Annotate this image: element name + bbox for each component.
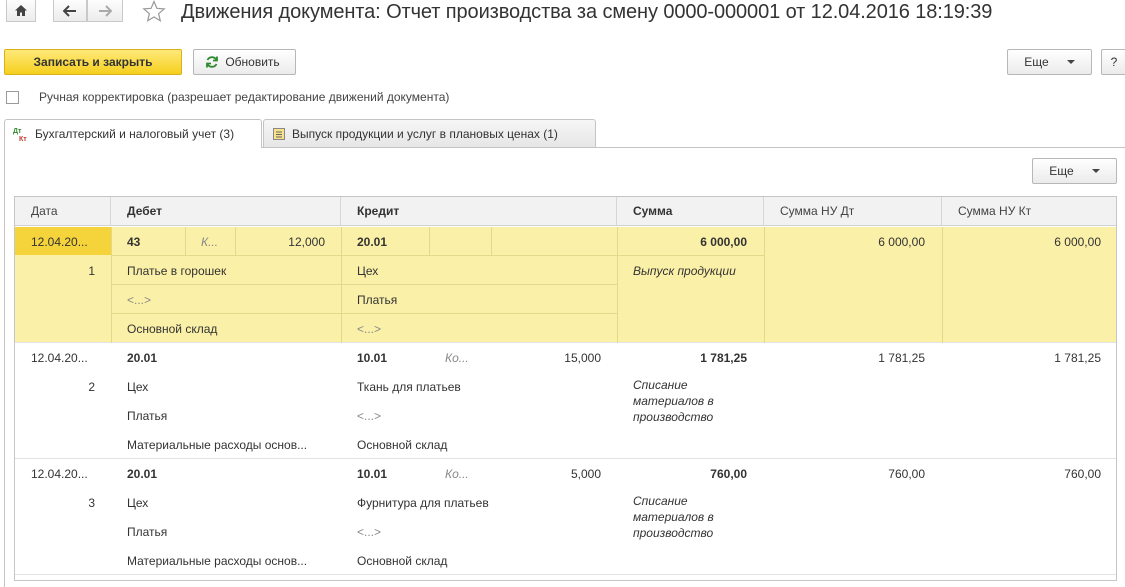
- debit-subconto-2: Платья: [127, 409, 168, 423]
- register-icon: [273, 127, 285, 140]
- row-sum-nu-dt: 1 781,25: [878, 351, 925, 365]
- credit-subconto-1: Фурнитура для платьев: [357, 496, 489, 510]
- debit-qty: 12,000: [288, 235, 325, 249]
- table-row[interactable]: 12.04.20... 1 43 К... 12,000 Платье в го…: [15, 227, 1116, 343]
- row-date: 12.04.20...: [31, 351, 88, 365]
- back-button[interactable]: [53, 0, 87, 22]
- debit-subconto-3: Основной склад: [127, 322, 218, 336]
- svg-text:Дт: Дт: [13, 128, 22, 135]
- window-title: Движения документа: Отчет производства з…: [181, 1, 993, 23]
- row-content: Списание материалов в производство: [633, 494, 714, 540]
- table-more-button[interactable]: Еще: [1032, 158, 1117, 184]
- svg-text:Кт: Кт: [19, 136, 27, 142]
- arrow-right-icon: [99, 4, 112, 17]
- table-header: Дата Дебет Кредит Сумма Сумма НУ Дт Сумм…: [15, 197, 1116, 226]
- credit-account: 10.01: [357, 467, 388, 481]
- row-sum-nu-kt: 760,00: [1064, 467, 1101, 481]
- movements-table[interactable]: Дата Дебет Кредит Сумма Сумма НУ Дт Сумм…: [14, 196, 1117, 581]
- more-button[interactable]: Еще: [1007, 49, 1092, 75]
- debit-subconto-1: Цех: [127, 496, 149, 510]
- row-date: 12.04.20...: [31, 235, 88, 249]
- row-sum: 6 000,00: [700, 235, 747, 249]
- credit-subconto-3: <...>: [357, 322, 382, 336]
- tab-divider: [262, 147, 1125, 148]
- header-debit[interactable]: Дебет: [111, 197, 341, 226]
- debit-subconto-2: Платья: [127, 525, 168, 539]
- debit-subconto-2: <...>: [127, 293, 152, 307]
- credit-subconto-1: Цех: [357, 264, 379, 278]
- table-row[interactable]: 12.04.20... 3 20.01 Цех Платья Материаль…: [15, 459, 1116, 575]
- favorite-star-icon[interactable]: [142, 0, 166, 26]
- row-content: Выпуск продукции: [633, 264, 736, 278]
- save-and-close-button[interactable]: Записать и закрыть: [4, 49, 182, 75]
- row-number: 2: [88, 380, 95, 394]
- table-row[interactable]: 12.04.20... 2 20.01 Цех Платья Материаль…: [15, 343, 1116, 459]
- header-credit[interactable]: Кредит: [341, 197, 617, 226]
- manual-correction-label: Ручная корректировка (разрешает редактир…: [39, 90, 450, 104]
- debit-qty-label: К...: [201, 235, 219, 249]
- header-sum-nu-dt[interactable]: Сумма НУ Дт: [764, 197, 942, 226]
- credit-subconto-3: Основной склад: [357, 554, 448, 568]
- debit-account: 20.01: [127, 467, 158, 481]
- credit-account: 20.01: [357, 235, 388, 249]
- tab-accounting-label: Бухгалтерский и налоговый учет (3): [35, 127, 235, 141]
- help-button[interactable]: ?: [1101, 49, 1125, 75]
- header-date[interactable]: Дата: [15, 197, 111, 226]
- refresh-icon: [206, 56, 219, 68]
- credit-subconto-2: Платья: [357, 293, 398, 307]
- row-number: 3: [88, 496, 95, 510]
- tab-output-planned-label: Выпуск продукции и услуг в плановых цена…: [292, 126, 558, 141]
- debit-subconto-3: Материальные расходы основ...: [127, 438, 308, 452]
- refresh-label: Обновить: [225, 55, 280, 69]
- home-button[interactable]: [6, 0, 36, 22]
- credit-subconto-2: <...>: [357, 525, 382, 539]
- dt-kt-icon: Дт Кт: [13, 128, 27, 142]
- tab-output-planned[interactable]: Выпуск продукции и услуг в плановых цена…: [263, 119, 596, 147]
- credit-qty-label: Ко...: [445, 351, 469, 365]
- header-sum-nu-kt[interactable]: Сумма НУ Кт: [942, 197, 1116, 226]
- debit-account: 43: [127, 235, 141, 249]
- home-icon: [15, 5, 27, 16]
- more-label: Еще: [1024, 55, 1049, 69]
- chevron-down-icon: [1066, 60, 1075, 64]
- header-sum[interactable]: Сумма: [617, 197, 764, 226]
- row-sum: 760,00: [710, 467, 747, 481]
- panel-border: [4, 147, 5, 587]
- row-number: 1: [88, 264, 95, 278]
- manual-correction-checkbox[interactable]: [6, 91, 19, 104]
- row-date: 12.04.20...: [31, 467, 88, 481]
- tab-accounting[interactable]: Дт Кт Бухгалтерский и налоговый учет (3): [4, 119, 262, 148]
- credit-subconto-3: Основной склад: [357, 438, 448, 452]
- credit-subconto-1: Ткань для платьев: [357, 380, 461, 394]
- row-content: Списание материалов в производство: [633, 378, 714, 424]
- forward-button[interactable]: [87, 0, 123, 22]
- arrow-left-icon: [63, 4, 76, 17]
- row-sum-nu-dt: 6 000,00: [878, 235, 925, 249]
- credit-qty: 15,000: [564, 351, 601, 365]
- refresh-button[interactable]: Обновить: [193, 49, 296, 75]
- credit-subconto-2: <...>: [357, 409, 382, 423]
- chevron-down-icon: [1091, 169, 1100, 173]
- credit-qty-label: Ко...: [445, 467, 469, 481]
- debit-subconto-1: Платье в горошек: [127, 264, 227, 278]
- row-sum-nu-kt: 6 000,00: [1054, 235, 1101, 249]
- debit-account: 20.01: [127, 351, 158, 365]
- row-sum-nu-kt: 1 781,25: [1054, 351, 1101, 365]
- credit-qty: 5,000: [570, 467, 601, 481]
- debit-subconto-3: Материальные расходы основ...: [127, 554, 308, 568]
- debit-subconto-1: Цех: [127, 380, 149, 394]
- row-sum-nu-dt: 760,00: [888, 467, 925, 481]
- credit-account: 10.01: [357, 351, 388, 365]
- table-more-label: Еще: [1049, 164, 1074, 178]
- row-sum: 1 781,25: [700, 351, 747, 365]
